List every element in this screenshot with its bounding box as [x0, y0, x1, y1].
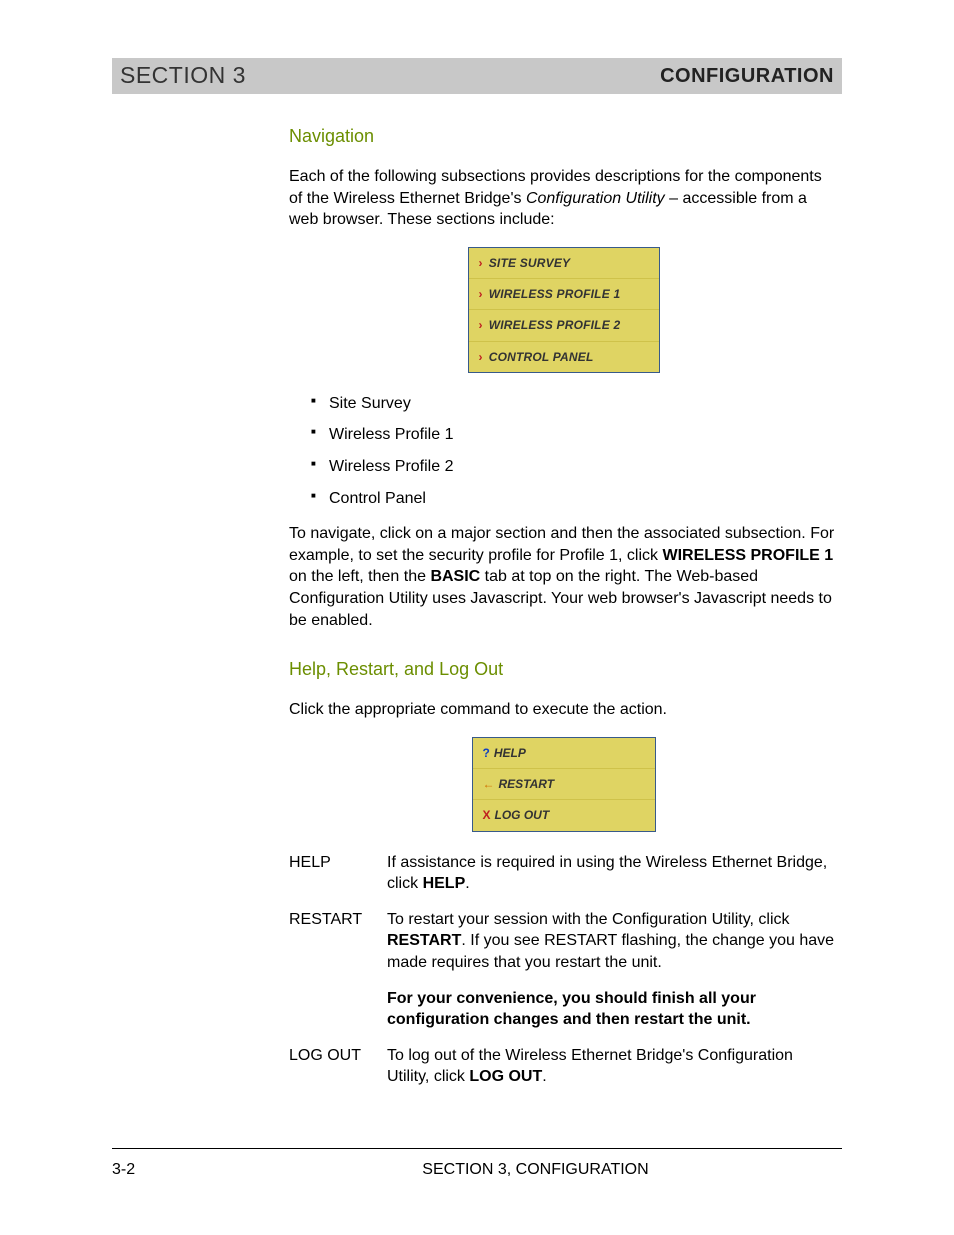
- def-term-restart: RESTART: [289, 909, 381, 1031]
- nav-menu-label: SITE SURVEY: [489, 255, 571, 271]
- def-term-logout: LOG OUT: [289, 1045, 381, 1088]
- help-restart-logout-heading: Help, Restart, and Log Out: [289, 657, 838, 681]
- nav-menu-box: › SITE SURVEY › WIRELESS PROFILE 1 › WIR…: [468, 247, 660, 373]
- page-number: 3-2: [112, 1159, 289, 1181]
- text-run: .: [465, 875, 469, 892]
- nav-menu-item: › CONTROL PANEL: [469, 342, 659, 372]
- text-bold: BASIC: [430, 568, 480, 585]
- chevron-right-icon: ›: [479, 255, 483, 271]
- action-menu-box: ? HELP ← RESTART X LOG OUT: [472, 737, 656, 832]
- question-icon: ?: [483, 745, 490, 761]
- text-run: To restart your session with the Configu…: [387, 911, 790, 928]
- def-desc-restart: To restart your session with the Configu…: [387, 909, 838, 1031]
- navigation-instructions: To navigate, click on a major section an…: [289, 523, 838, 631]
- page: SECTION 3 CONFIGURATION Navigation Each …: [0, 0, 954, 1235]
- list-item: Control Panel: [311, 488, 838, 510]
- def-desc-logout: To log out of the Wireless Ethernet Brid…: [387, 1045, 838, 1088]
- page-footer: 3-2 SECTION 3, CONFIGURATION: [112, 1148, 842, 1181]
- def-desc-help: If assistance is required in using the W…: [387, 852, 838, 895]
- definition-list: HELP If assistance is required in using …: [289, 852, 838, 1088]
- list-item: Wireless Profile 2: [311, 456, 838, 478]
- def-term-help: HELP: [289, 852, 381, 895]
- nav-menu-figure: › SITE SURVEY › WIRELESS PROFILE 1 › WIR…: [289, 247, 838, 373]
- nav-menu-label: WIRELESS PROFILE 2: [489, 317, 621, 333]
- action-label: HELP: [494, 745, 526, 761]
- text-run: To log out of the Wireless Ethernet Brid…: [387, 1047, 793, 1086]
- nav-menu-label: CONTROL PANEL: [489, 349, 594, 365]
- chevron-right-icon: ›: [479, 286, 483, 302]
- action-label: LOG OUT: [495, 807, 550, 823]
- nav-menu-item: › SITE SURVEY: [469, 248, 659, 279]
- list-item: Site Survey: [311, 393, 838, 415]
- text-emphasis: Configuration Utility: [526, 190, 665, 207]
- body-content: Navigation Each of the following subsect…: [289, 124, 838, 1088]
- section-label-right: CONFIGURATION: [660, 63, 834, 90]
- nav-menu-item: › WIRELESS PROFILE 1: [469, 279, 659, 310]
- text-bold: HELP: [423, 875, 466, 892]
- footer-center-text: SECTION 3, CONFIGURATION: [289, 1159, 782, 1181]
- navigation-heading: Navigation: [289, 124, 838, 148]
- restart-note: For your convenience, you should finish …: [387, 988, 838, 1031]
- text-bold: RESTART: [387, 932, 461, 949]
- action-menu-figure: ? HELP ← RESTART X LOG OUT: [289, 737, 838, 832]
- section-label-left: SECTION 3: [120, 60, 246, 91]
- nav-menu-item: › WIRELESS PROFILE 2: [469, 310, 659, 341]
- text-bold: LOG OUT: [469, 1068, 542, 1085]
- action-row-logout: X LOG OUT: [473, 800, 655, 830]
- chevron-right-icon: ›: [479, 317, 483, 333]
- text-bold: WIRELESS PROFILE 1: [662, 547, 833, 564]
- text-run: .: [542, 1068, 546, 1085]
- action-row-restart: ← RESTART: [473, 769, 655, 800]
- action-label: RESTART: [499, 776, 555, 792]
- footer-row: 3-2 SECTION 3, CONFIGURATION: [112, 1159, 842, 1181]
- hrl-intro: Click the appropriate command to execute…: [289, 699, 838, 721]
- footer-rule: [112, 1148, 842, 1149]
- nav-menu-label: WIRELESS PROFILE 1: [489, 286, 621, 302]
- list-item: Wireless Profile 1: [311, 424, 838, 446]
- action-row-help: ? HELP: [473, 738, 655, 769]
- back-arrow-icon: ←: [483, 776, 495, 792]
- navigation-intro: Each of the following subsections provid…: [289, 166, 838, 231]
- text-bold: For your convenience, you should finish …: [387, 990, 756, 1029]
- nav-bullet-list: Site Survey Wireless Profile 1 Wireless …: [289, 393, 838, 509]
- text-run: on the left, then the: [289, 568, 430, 585]
- close-icon: X: [483, 807, 491, 823]
- chevron-right-icon: ›: [479, 349, 483, 365]
- section-header-bar: SECTION 3 CONFIGURATION: [112, 58, 842, 94]
